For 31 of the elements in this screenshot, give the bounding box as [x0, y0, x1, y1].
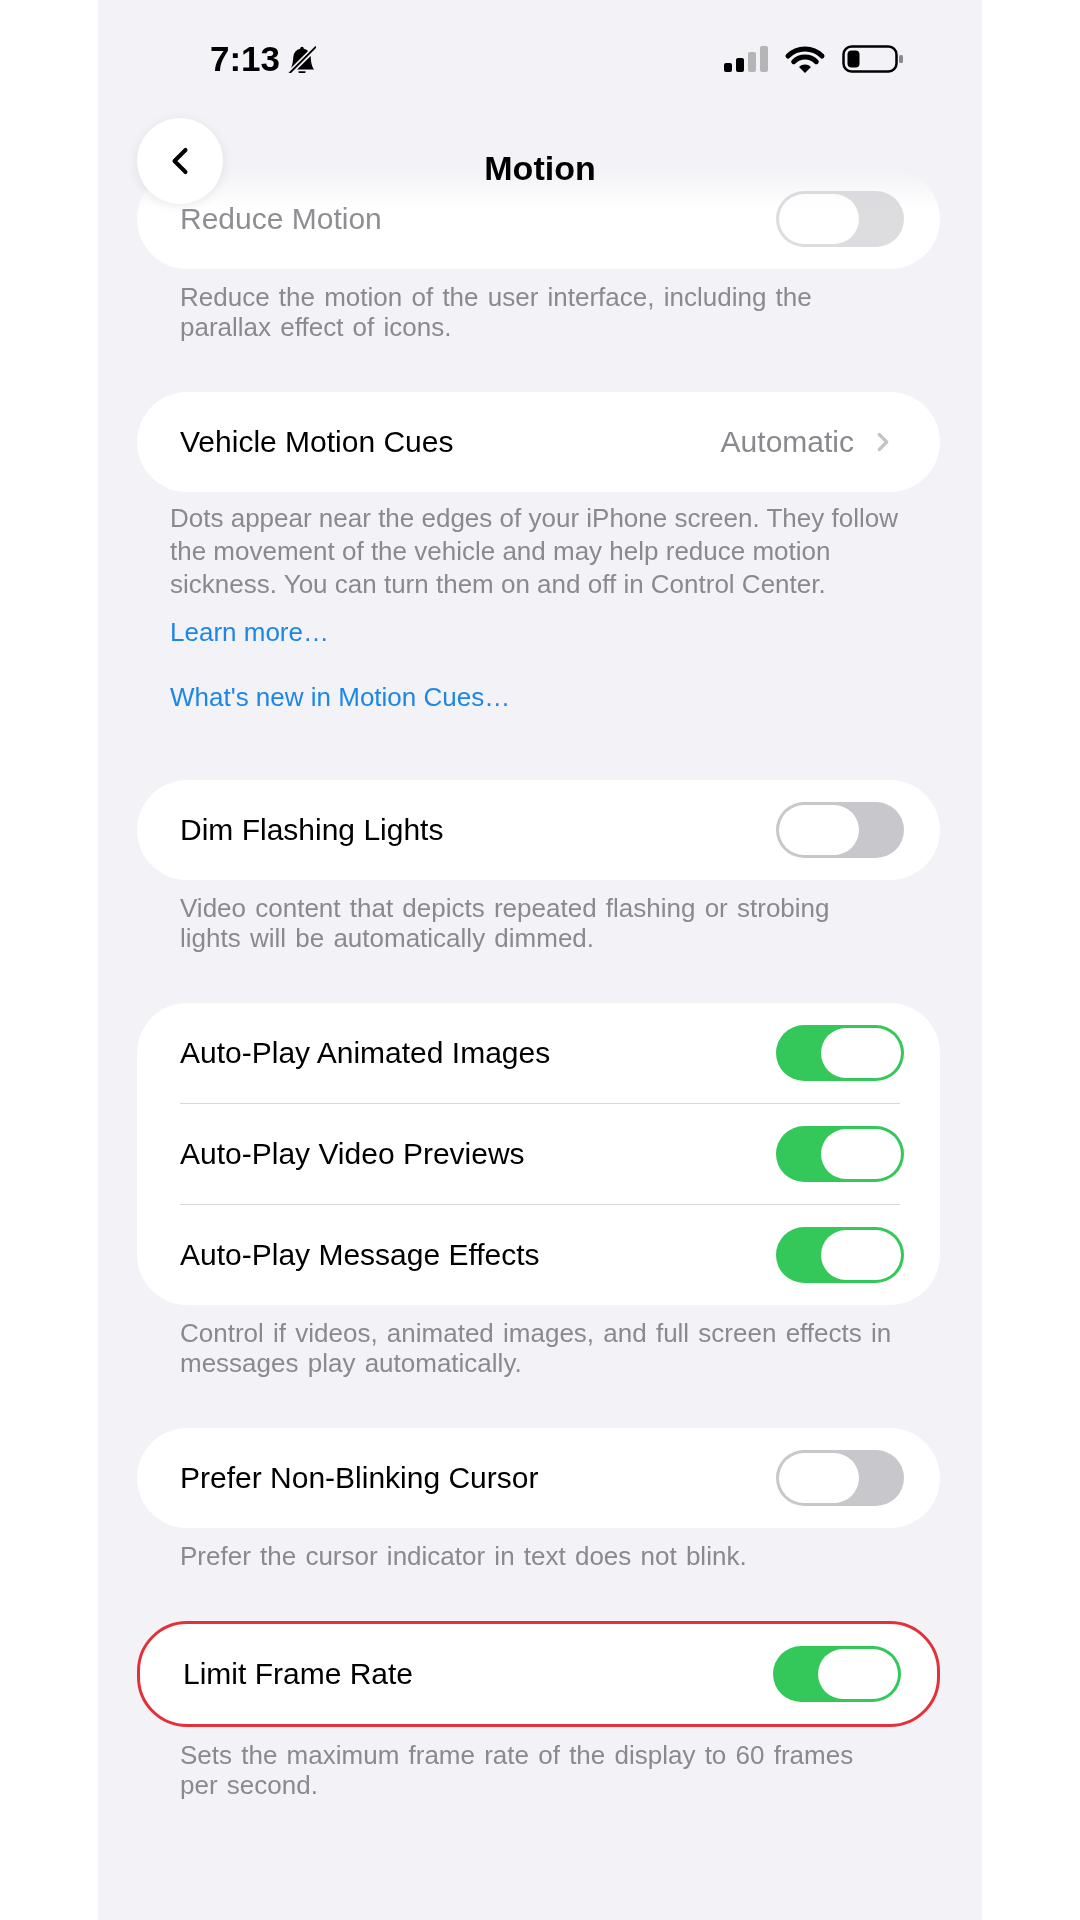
- setting-label: Auto-Play Animated Images: [180, 1038, 551, 1068]
- toggle-switch[interactable]: [776, 1126, 904, 1182]
- footer-link[interactable]: Learn more…: [170, 616, 329, 649]
- toggle-switch[interactable]: [776, 1025, 904, 1081]
- footer-text: Sets the maximum frame rate of the display to 60 frames per second.: [180, 1740, 855, 1800]
- toggle-switch[interactable]: [776, 191, 904, 247]
- footer-text: Control if videos, animated images, and full screen effects in messages play automatically.: [180, 1318, 893, 1378]
- settings-row[interactable]: Vehicle Motion Cues Automatic: [137, 392, 940, 492]
- status-time: 7:13: [210, 39, 281, 79]
- setting-label: Auto-Play Video Previews: [180, 1139, 525, 1169]
- footer-text: Video content that depicts repeated flashing or strobing lights will be automatically dimmed.: [180, 893, 831, 953]
- toggle-switch[interactable]: [776, 1227, 904, 1283]
- footer-text: Dots appear near the edges of your iPhone screen. They follow the movement of the vehicle and may help reduce motion sickness. You can turn them on and off in Control Center.: [169, 502, 899, 601]
- page-title: Motion: [484, 148, 596, 188]
- setting-label: Dim Flashing Lights: [180, 815, 444, 845]
- bell-slash-icon: [288, 45, 317, 73]
- footer-link[interactable]: What's new in Motion Cues…: [170, 681, 511, 714]
- setting-label: Limit Frame Rate: [183, 1659, 414, 1689]
- toggle-switch[interactable]: [773, 1646, 901, 1702]
- setting-label: Vehicle Motion Cues: [180, 427, 454, 457]
- battery-icon: [842, 45, 904, 73]
- wifi-icon: [784, 44, 826, 74]
- footer-text: Prefer the cursor indicator in text does not blink.: [180, 1541, 748, 1571]
- toggle-switch[interactable]: [776, 1450, 904, 1506]
- toggle-switch[interactable]: [776, 802, 904, 858]
- signal-icon: [724, 46, 768, 72]
- footer-text: Reduce the motion of the user interface, including the parallax effect of icons.: [180, 282, 813, 342]
- setting-label: Reduce Motion: [180, 204, 382, 234]
- setting-label: Auto-Play Message Effects: [180, 1240, 540, 1270]
- setting-label: Prefer Non-Blinking Cursor: [180, 1463, 539, 1493]
- setting-value: Automatic: [720, 427, 854, 457]
